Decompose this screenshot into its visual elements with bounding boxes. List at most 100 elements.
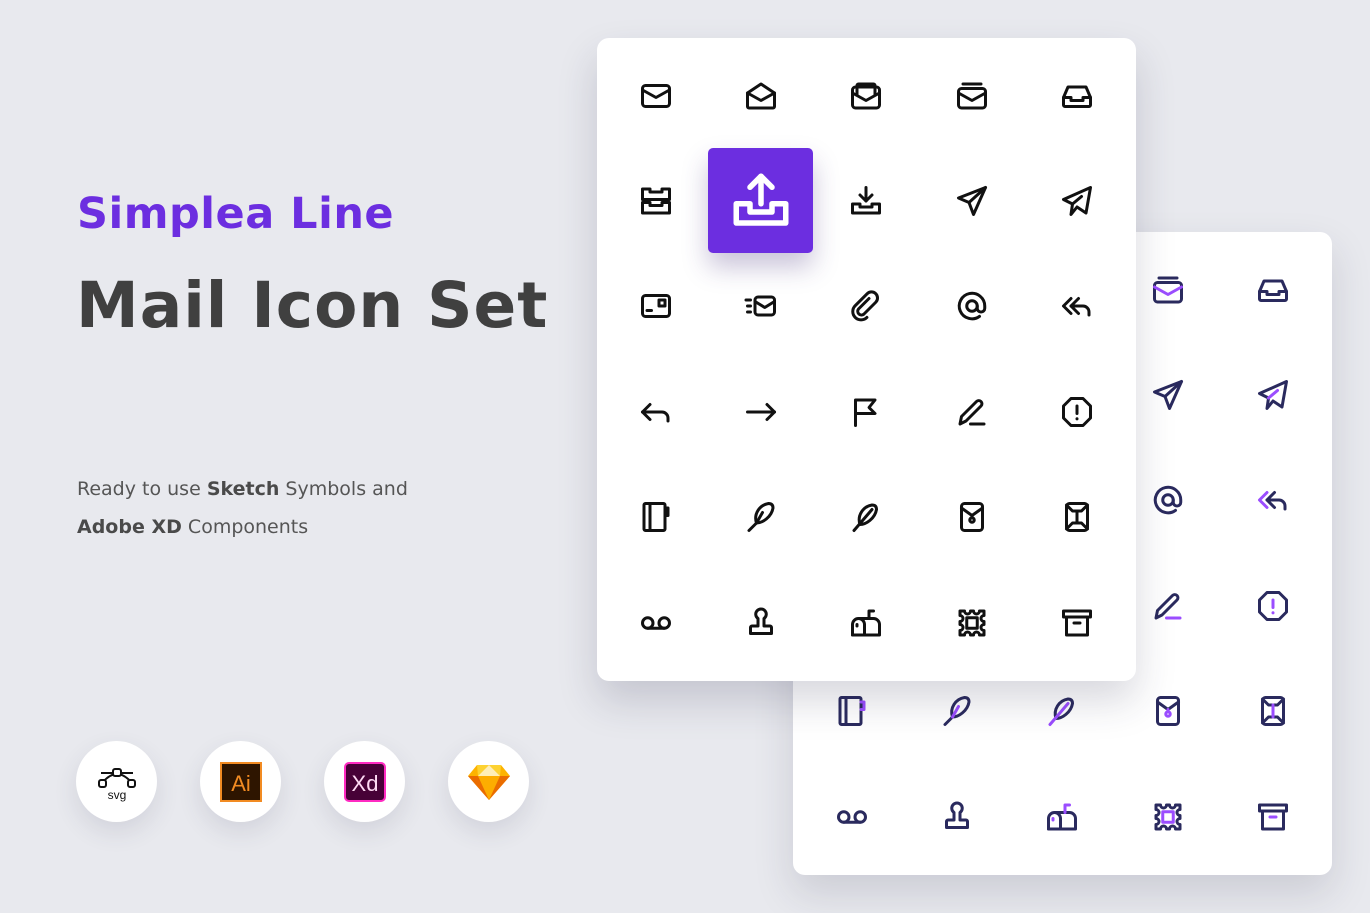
- forward-icon: [746, 402, 777, 421]
- front-cell-envelope-seal-icon[interactable]: [919, 465, 1024, 570]
- envelope-tie-icon: [1261, 696, 1286, 727]
- ai-label: Ai: [231, 771, 251, 796]
- front-cell-inbox-upload-icon[interactable]: [708, 148, 814, 254]
- back-cell-inbox-icon[interactable]: [1221, 237, 1326, 342]
- tool-badge-svg: svg: [76, 741, 157, 822]
- edit-icon: [1154, 592, 1182, 620]
- stamp-icon: [945, 801, 970, 829]
- back-cell-archive-icon[interactable]: [1221, 764, 1326, 869]
- send-alt-icon: [1062, 186, 1093, 217]
- tool-badge-illustrator: Ai: [200, 741, 281, 822]
- mail-open-icon: [746, 82, 777, 110]
- postage-stamp-icon: [958, 609, 986, 637]
- back-cell-envelope-tie-icon[interactable]: [1221, 659, 1326, 764]
- reply-icon: [640, 402, 670, 423]
- front-cell-stamp-icon[interactable]: [708, 570, 813, 675]
- front-cell-feather-alt-icon[interactable]: [814, 465, 919, 570]
- inbox-stack-icon: [640, 187, 671, 215]
- stamp-icon: [749, 607, 774, 635]
- front-cell-edit-icon[interactable]: [919, 359, 1024, 464]
- envelope-tie-icon: [1065, 502, 1090, 533]
- front-cell-reply-all-icon[interactable]: [1025, 254, 1130, 359]
- attachment-icon: [851, 290, 880, 322]
- front-cell-id-card-icon[interactable]: [603, 254, 708, 359]
- inbox-download-icon: [851, 186, 882, 215]
- send-icon: [956, 186, 987, 217]
- alert-octagon-icon: [1258, 590, 1289, 621]
- sketch-diamond-icon: [467, 764, 510, 800]
- front-cell-voicemail-icon[interactable]: [603, 570, 708, 675]
- front-cell-flag-icon[interactable]: [814, 359, 919, 464]
- front-cell-alert-octagon-icon[interactable]: [1025, 359, 1130, 464]
- mail-stack-icon: [956, 82, 987, 110]
- feather-icon: [943, 696, 971, 727]
- front-cell-forward-icon[interactable]: [708, 359, 813, 464]
- archive-icon: [1062, 609, 1093, 637]
- front-icon-grid: [603, 43, 1130, 675]
- mail-fast-icon: [744, 295, 777, 317]
- vector-pen-icon: svg: [97, 767, 136, 802]
- mailbox-icon: [1047, 803, 1078, 831]
- send-alt-icon: [1258, 380, 1289, 411]
- front-cell-at-sign-icon[interactable]: [919, 254, 1024, 359]
- voicemail-icon: [640, 615, 671, 630]
- postage-stamp-icon: [1154, 803, 1182, 831]
- inbox-icon: [1062, 85, 1093, 108]
- front-cell-send-icon[interactable]: [919, 148, 1024, 253]
- desc-line1-prefix: Ready to use: [77, 478, 207, 500]
- feather-alt-icon: [1048, 697, 1075, 727]
- front-cell-attachment-icon[interactable]: [814, 254, 919, 359]
- mailbox-icon: [851, 609, 882, 637]
- adobe-xd-icon: Xd: [343, 761, 386, 802]
- tool-badge-xd: Xd: [324, 741, 405, 822]
- front-cell-envelope-tie-icon[interactable]: [1025, 465, 1130, 570]
- back-cell-voicemail-icon[interactable]: [799, 764, 904, 869]
- front-cell-send-alt-icon[interactable]: [1025, 148, 1130, 253]
- mail-letter-icon: [851, 82, 882, 110]
- front-cell-mail-fast-icon[interactable]: [708, 254, 813, 359]
- mail-icon: [640, 83, 671, 108]
- front-cell-mail-letter-icon[interactable]: [814, 43, 919, 148]
- inbox-upload-icon: [733, 173, 789, 226]
- reply-all-icon: [1062, 297, 1091, 317]
- at-sign-icon: [957, 292, 987, 321]
- front-cell-mail-icon[interactable]: [603, 43, 708, 148]
- id-card-icon: [640, 294, 671, 319]
- back-cell-reply-all-icon[interactable]: [1221, 448, 1326, 553]
- voicemail-icon: [836, 809, 867, 824]
- at-sign-icon: [1153, 486, 1183, 515]
- reply-all-icon: [1258, 491, 1287, 511]
- front-cell-inbox-download-icon[interactable]: [814, 148, 919, 253]
- alert-octagon-icon: [1062, 396, 1093, 427]
- front-cell-inbox-stack-icon[interactable]: [603, 148, 708, 253]
- back-cell-stamp-icon[interactable]: [904, 764, 1009, 869]
- archive-icon: [1258, 803, 1289, 831]
- envelope-seal-icon: [959, 502, 984, 533]
- front-cell-inbox-icon[interactable]: [1025, 43, 1130, 148]
- front-cell-feather-icon[interactable]: [708, 465, 813, 570]
- front-cell-reply-icon[interactable]: [603, 359, 708, 464]
- adobe-illustrator-icon: Ai: [219, 761, 262, 802]
- front-cell-postage-stamp-icon[interactable]: [919, 570, 1024, 675]
- front-cell-mailbox-icon[interactable]: [814, 570, 919, 675]
- notebook-icon: [642, 502, 670, 533]
- inbox-icon: [1258, 279, 1289, 302]
- mail-stack-icon: [1152, 276, 1183, 304]
- back-cell-postage-stamp-icon[interactable]: [1115, 764, 1220, 869]
- front-cell-mail-open-icon[interactable]: [708, 43, 813, 148]
- envelope-seal-icon: [1155, 696, 1180, 727]
- front-cell-notebook-icon[interactable]: [603, 465, 708, 570]
- back-cell-mailbox-icon[interactable]: [1010, 764, 1115, 869]
- back-cell-alert-octagon-icon[interactable]: [1221, 553, 1326, 658]
- edit-icon: [958, 398, 986, 426]
- desc-line2-suffix: Components: [181, 516, 309, 538]
- xd-label: Xd: [351, 771, 378, 796]
- front-cell-mail-stack-icon[interactable]: [919, 43, 1024, 148]
- notebook-icon: [838, 696, 866, 727]
- tool-badge-sketch: [448, 741, 529, 822]
- front-cell-archive-icon[interactable]: [1025, 570, 1130, 675]
- back-cell-send-alt-icon[interactable]: [1221, 342, 1326, 447]
- desc-sketch: Sketch: [206, 478, 280, 500]
- product-title: Mail Icon Set: [76, 269, 549, 342]
- send-icon: [1152, 380, 1183, 411]
